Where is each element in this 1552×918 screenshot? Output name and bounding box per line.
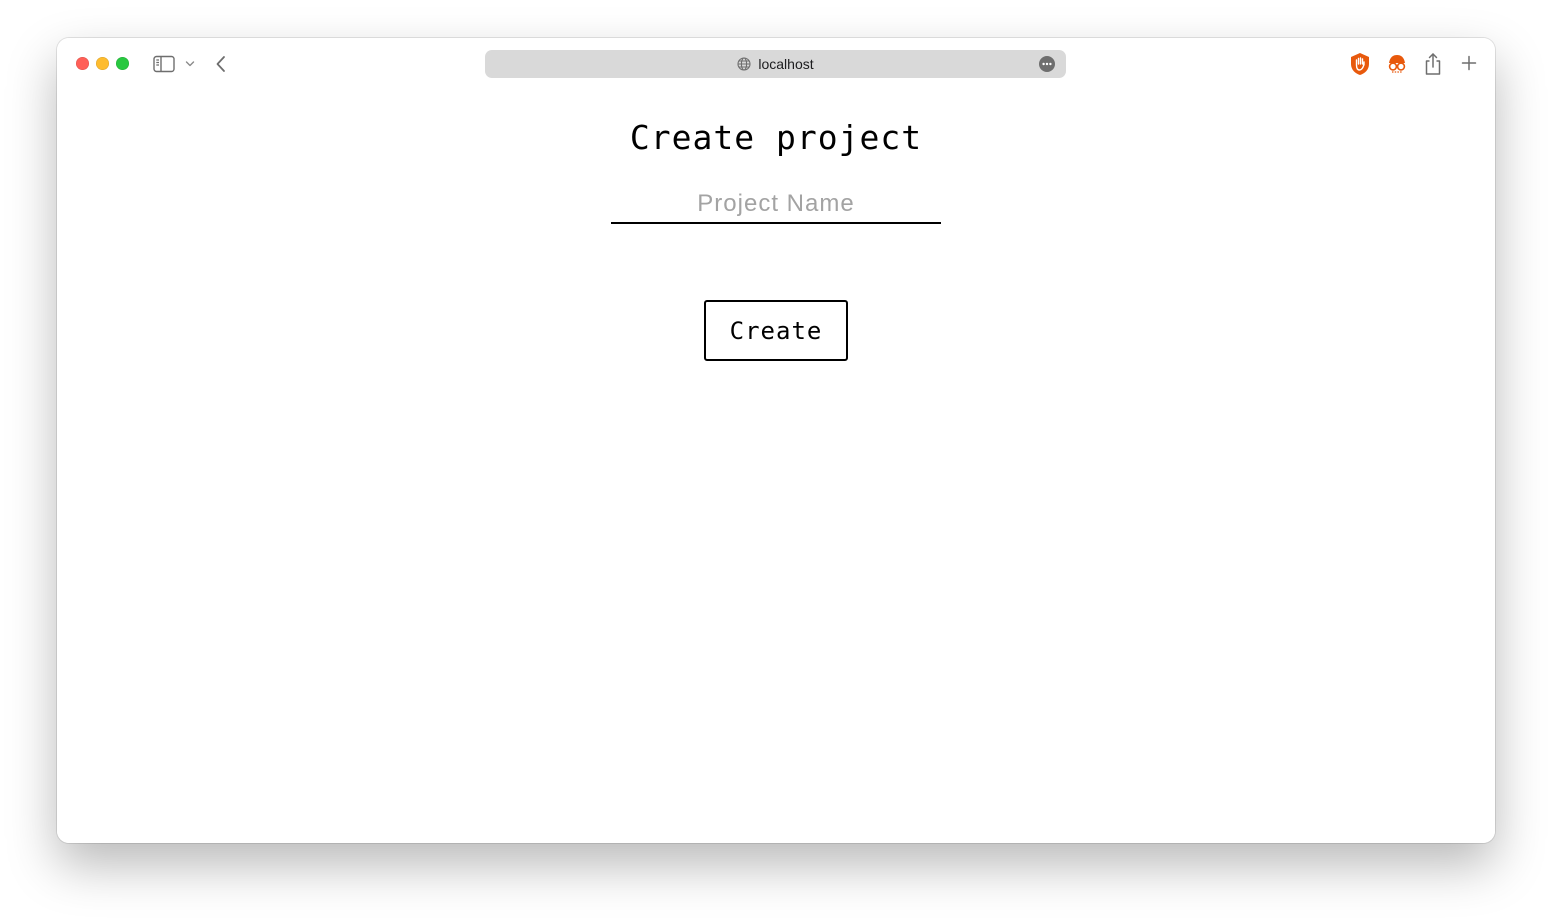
chevron-down-icon[interactable] bbox=[184, 56, 196, 72]
window-minimize-button[interactable] bbox=[96, 57, 109, 70]
incognito-glasses-extension-icon[interactable] bbox=[1385, 52, 1409, 76]
browser-window: localhost Create project Project Name Cr… bbox=[57, 38, 1495, 843]
address-bar-content: localhost bbox=[485, 50, 1066, 78]
address-bar[interactable]: localhost bbox=[485, 50, 1066, 78]
more-icon[interactable] bbox=[1039, 56, 1055, 72]
hand-stop-extension-icon[interactable] bbox=[1349, 52, 1371, 76]
browser-toolbar: localhost bbox=[57, 38, 1495, 90]
page-content: Create project Create bbox=[57, 90, 1495, 843]
address-url: localhost bbox=[758, 56, 814, 72]
back-arrow-icon[interactable] bbox=[213, 53, 229, 75]
share-icon[interactable] bbox=[1423, 51, 1443, 77]
desktop: localhost Create project Project Name Cr… bbox=[0, 0, 1552, 918]
globe-icon bbox=[737, 57, 751, 71]
sidebar-icon[interactable] bbox=[152, 53, 176, 75]
create-button[interactable]: Create bbox=[704, 300, 848, 361]
window-maximize-button[interactable] bbox=[116, 57, 129, 70]
plus-icon[interactable] bbox=[1459, 53, 1479, 73]
project-name-input[interactable] bbox=[611, 186, 941, 224]
window-close-button[interactable] bbox=[76, 57, 89, 70]
page-title: Create project bbox=[629, 118, 923, 157]
